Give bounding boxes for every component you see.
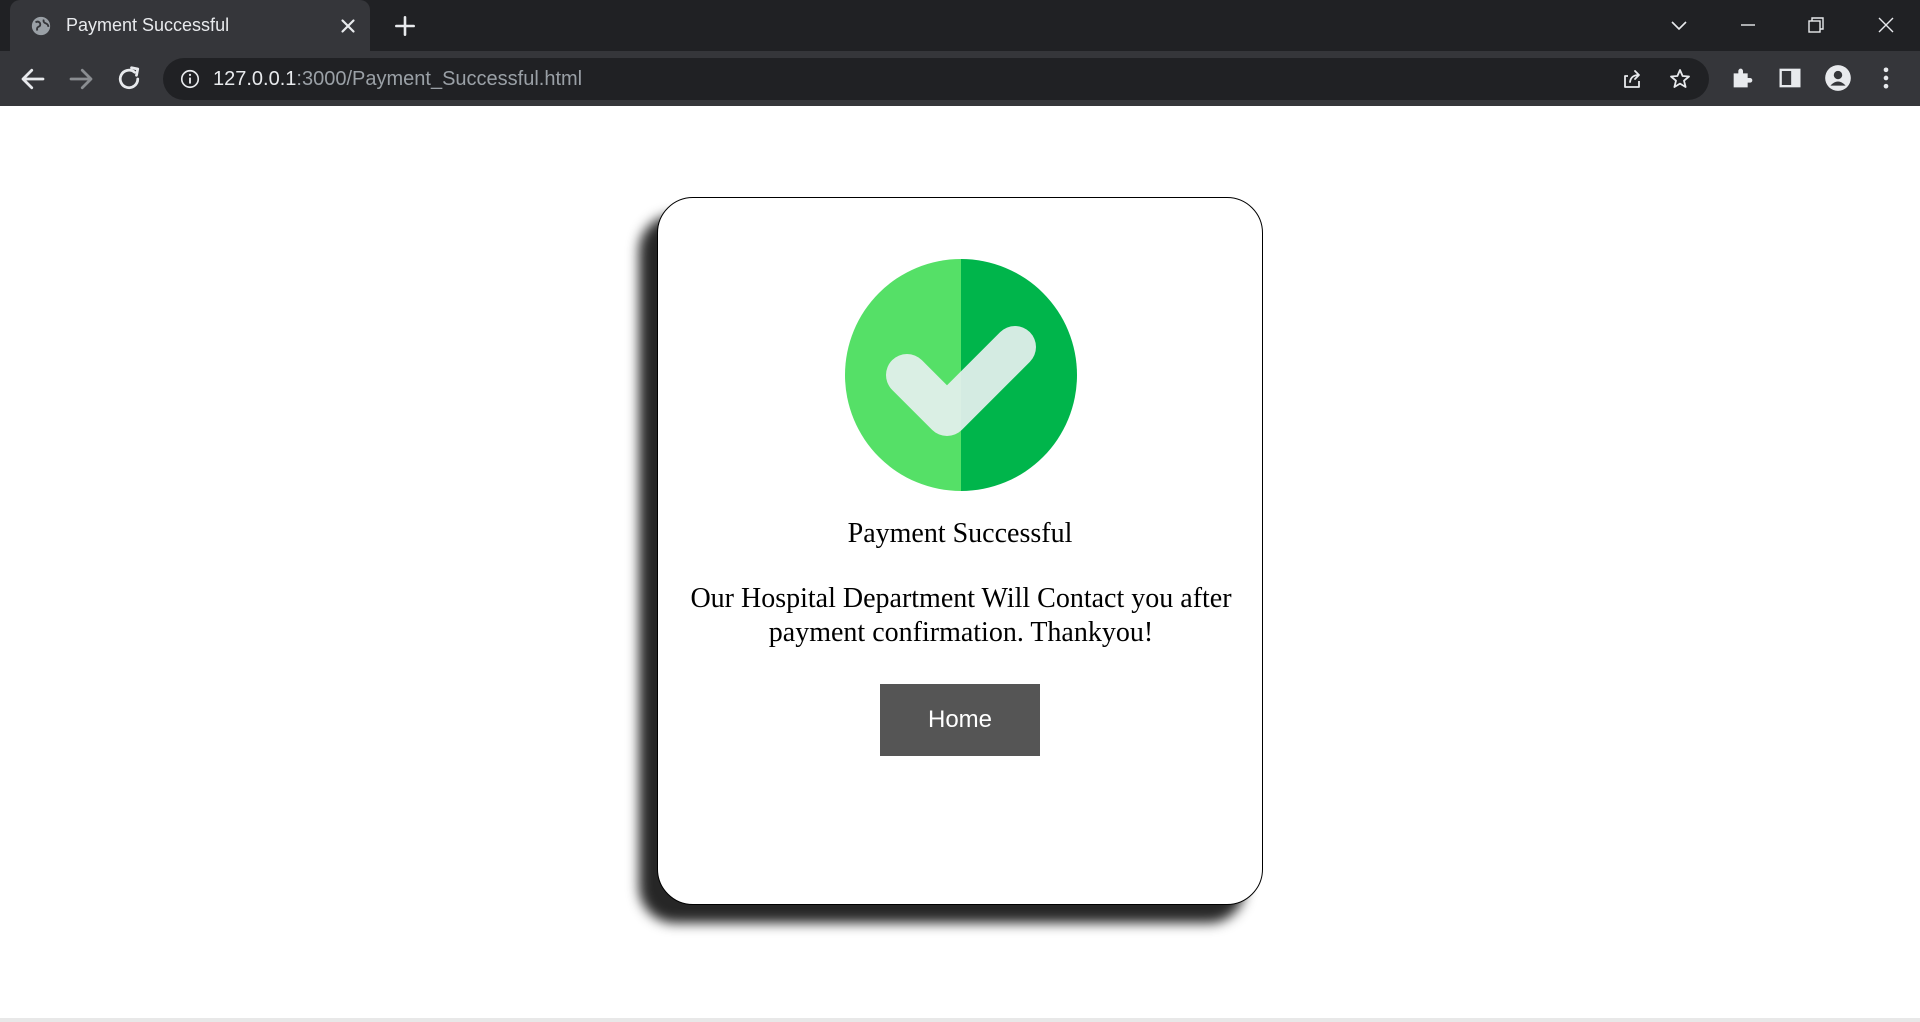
arrow-right-icon[interactable] — [66, 64, 96, 94]
close-tab-icon[interactable] — [337, 15, 359, 37]
address-bar[interactable]: 127.0.0.1:3000/Payment_Successful.html — [163, 58, 1709, 100]
tab-title: Payment Successful — [66, 15, 230, 35]
restore-icon[interactable] — [1801, 10, 1831, 40]
page-bottom-edge — [0, 1018, 1920, 1022]
new-tab-icon[interactable] — [392, 13, 418, 39]
puzzle-icon[interactable] — [1729, 64, 1757, 92]
side-panel-icon[interactable] — [1776, 64, 1804, 92]
tab-search-icon[interactable] — [1664, 10, 1694, 40]
url-text[interactable]: 127.0.0.1:3000/Payment_Successful.html — [213, 68, 582, 90]
browser-toolbar: 127.0.0.1:3000/Payment_Successful.html — [0, 51, 1920, 106]
browser-tab[interactable]: Payment Successful — [10, 0, 370, 51]
payment-success-card: Payment Successful Our Hospital Departme… — [657, 197, 1263, 905]
globe-icon — [31, 16, 51, 36]
kebab-menu-icon[interactable] — [1872, 64, 1900, 92]
success-title: Payment Successful — [847, 518, 1073, 549]
minimize-icon[interactable] — [1733, 10, 1763, 40]
success-message: Our Hospital Department Will Contact you… — [690, 583, 1232, 648]
tab-strip: Payment Successful — [0, 0, 1920, 51]
share-icon[interactable] — [1620, 67, 1644, 91]
url-host: 127.0.0.1 — [213, 68, 297, 90]
url-path: :3000/Payment_Successful.html — [296, 68, 583, 90]
check-circle-icon — [845, 259, 1077, 491]
close-window-icon[interactable] — [1871, 10, 1901, 40]
reload-icon[interactable] — [114, 64, 144, 94]
star-icon[interactable] — [1668, 67, 1692, 91]
home-button[interactable]: Home — [880, 684, 1040, 756]
profile-icon[interactable] — [1824, 64, 1852, 92]
arrow-left-icon[interactable] — [18, 64, 48, 94]
info-icon[interactable] — [179, 68, 201, 90]
